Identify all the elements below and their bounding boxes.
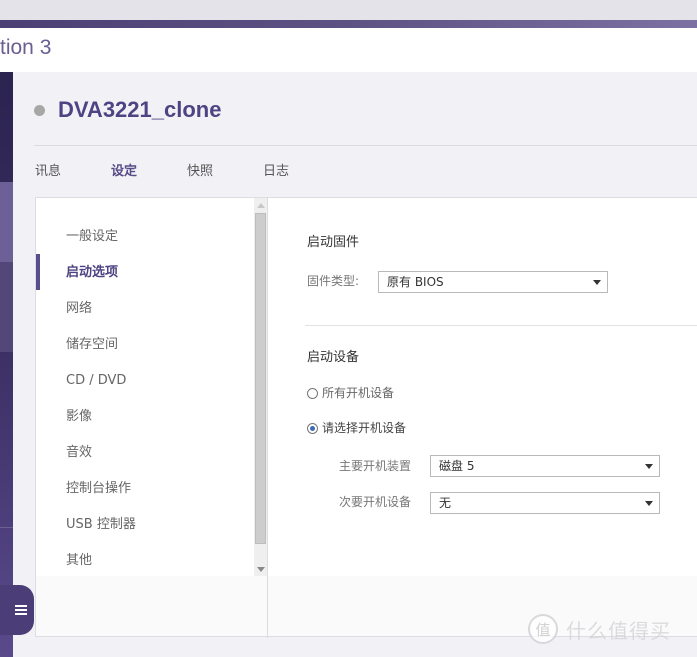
firmware-type-label: 固件类型: <box>307 274 360 288</box>
radio-unchecked-icon[interactable] <box>307 387 318 399</box>
firmware-type-value: 原有 BIOS <box>387 275 444 289</box>
hamburger-menu-icon <box>15 605 27 615</box>
accent-bar <box>0 20 697 28</box>
nav-item-general[interactable]: 一般设定 <box>66 227 118 247</box>
vm-name: DVA3221_clone <box>58 97 222 122</box>
radio-label: 请选择开机设备 <box>322 421 407 435</box>
firmware-type-select[interactable]: 原有 BIOS <box>378 271 608 293</box>
nav-item-boot-options[interactable]: 启动选项 <box>66 263 118 283</box>
nav-item-network[interactable]: 网络 <box>66 299 92 319</box>
active-nav-indicator <box>36 254 40 290</box>
watermark-logo-icon: 值 <box>528 614 558 644</box>
tab-settings[interactable]: 设定 <box>111 162 137 182</box>
section-divider <box>305 325 697 326</box>
radio-checked-icon[interactable] <box>307 422 318 434</box>
settings-panel: 一般设定 启动选项 网络 储存空间 CD / DVD 影像 音效 控制台操作 U… <box>35 197 697 638</box>
header-divider <box>34 145 697 146</box>
boot-device-title: 启动设备 <box>307 350 360 365</box>
window-title: tion 3 <box>0 36 52 59</box>
nav-item-other[interactable]: 其他 <box>66 551 92 571</box>
primary-boot-device-select[interactable]: 磁盘 5 <box>430 455 660 477</box>
scroll-thumb[interactable] <box>255 213 266 544</box>
boot-options-content: 启动固件 固件类型: 原有 BIOS 启动设备 所有开机设备 请选择开机设备 主… <box>268 198 697 576</box>
nav-scrollbar[interactable] <box>254 198 267 576</box>
nav-item-console[interactable]: 控制台操作 <box>66 479 131 499</box>
settings-nav: 一般设定 启动选项 网络 储存空间 CD / DVD 影像 音效 控制台操作 U… <box>36 198 254 576</box>
radio-label: 所有开机设备 <box>322 386 395 400</box>
nav-item-cd-dvd[interactable]: CD / DVD <box>66 371 126 391</box>
radio-all-boot-devices[interactable]: 所有开机设备 <box>307 384 394 402</box>
dropdown-caret-icon <box>645 464 653 469</box>
dropdown-caret-icon <box>645 501 653 506</box>
primary-boot-device-value: 磁盘 5 <box>439 459 475 473</box>
radio-select-boot-device[interactable]: 请选择开机设备 <box>307 419 406 437</box>
secondary-boot-device-select[interactable]: 无 <box>430 492 660 514</box>
secondary-boot-device-value: 无 <box>439 496 452 510</box>
rail-item-highlight[interactable] <box>0 182 13 262</box>
watermark: 值 什么值得买 <box>528 614 671 644</box>
nav-item-usb-controller[interactable]: USB 控制器 <box>66 515 136 535</box>
scroll-down-arrow-icon[interactable] <box>254 562 267 576</box>
scroll-up-arrow-icon[interactable] <box>254 198 267 212</box>
rail-divider <box>0 527 13 528</box>
tab-bar: 讯息 设定 快照 日志 <box>35 162 339 182</box>
nav-item-storage[interactable]: 储存空间 <box>66 335 118 355</box>
menu-toggle-button[interactable] <box>0 585 34 635</box>
tab-snapshots[interactable]: 快照 <box>187 162 213 182</box>
title-bar: tion 3 <box>0 28 697 72</box>
left-sidebar-rail <box>0 72 13 657</box>
watermark-text: 什么值得买 <box>566 618 671 643</box>
nav-item-video[interactable]: 影像 <box>66 407 92 427</box>
rail-item[interactable] <box>0 262 13 352</box>
dropdown-caret-icon <box>593 280 601 285</box>
tab-logs[interactable]: 日志 <box>263 162 289 182</box>
vm-status-indicator <box>34 104 45 116</box>
nav-item-audio[interactable]: 音效 <box>66 443 92 463</box>
boot-firmware-title: 启动固件 <box>307 235 360 250</box>
top-strip <box>0 0 697 20</box>
tab-info[interactable]: 讯息 <box>35 162 61 182</box>
secondary-boot-device-label: 次要开机设备 <box>339 495 412 509</box>
primary-boot-device-label: 主要开机装置 <box>339 459 412 473</box>
app-window: tion 3 DVA3221_clone 讯息 设定 快照 日志 一般设定 启动… <box>0 0 697 657</box>
vm-header: DVA3221_clone <box>34 96 221 124</box>
